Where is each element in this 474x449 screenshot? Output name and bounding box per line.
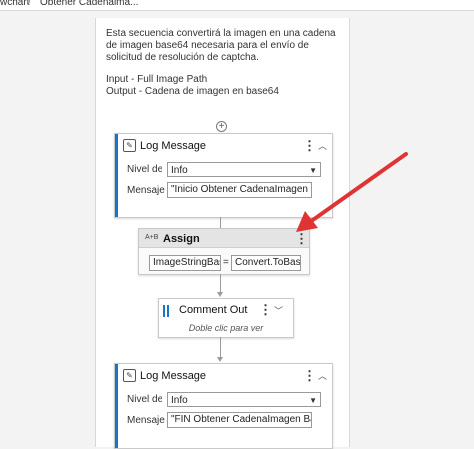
log-level-value: Info [171,165,188,176]
activity-title: Log Message [140,140,207,152]
collapse-chevron-icon[interactable]: ︿ [318,369,327,382]
breadcrumb: wchart / Obtener Cadenalma... [0,0,474,11]
log-level-select[interactable]: Info ▼ [167,392,321,407]
level-label: Nivel del r [127,164,162,175]
connector-line [220,274,221,294]
log-level-select[interactable]: Info ▼ [167,162,321,177]
annotation-input: Input - Full Image Path [106,74,208,85]
connector-arrow [217,357,223,362]
log-level-value: Info [171,395,188,406]
log-message-start-activity[interactable]: ✎ Log Message ⋮ ︿ Nivel del r Info ▼ Men… [114,133,333,218]
annotation-description: Esta secuencia convertirá la imagen en u… [106,28,336,63]
comment-icon-bar [167,305,169,317]
message-input[interactable]: "Inicio Obtener CadenaImagen Base64" [167,182,312,198]
connector-line [220,337,221,359]
sequence-annotation[interactable]: Esta secuencia convertirá la imagen en u… [106,28,338,98]
assign-equals: = [223,257,229,268]
activity-title: Assign [163,233,200,245]
activity-accent-bar [115,364,118,448]
collapse-chevron-icon[interactable]: ︿ [318,139,327,152]
level-label: Nivel del r [127,394,162,405]
assign-activity[interactable]: A+B Assign ⋮ ImageStringBase64 = Convert… [138,228,310,275]
more-options-icon[interactable]: ⋮ [295,232,308,245]
dropdown-arrow-icon: ▼ [309,396,317,405]
comment-hint: Doble clic para ver [188,323,264,333]
comment-icon-bar [163,305,165,317]
breadcrumb-separator: / [28,0,31,8]
assign-target-input[interactable]: ImageStringBase64 [149,255,221,271]
message-label: Mensaje [127,415,165,426]
connector-arrow [217,292,223,297]
log-message-icon: ✎ [123,369,136,382]
activity-accent-bar [115,134,118,217]
more-options-icon[interactable]: ⋮ [259,303,272,316]
assign-icon: A+B [145,234,159,241]
breadcrumb-item-current[interactable]: Obtener Cadenalma... [40,0,138,8]
expand-chevron-icon[interactable]: ﹀ [274,304,283,317]
comment-out-activity[interactable]: Comment Out ⋮ ﹀ Doble clic para ver [158,298,294,338]
log-message-icon: ✎ [123,139,136,152]
annotation-output: Output - Cadena de imagen en base64 [106,86,279,97]
assign-value-input[interactable]: Convert.ToBase64S [231,255,301,271]
breadcrumb-item-flowchart[interactable]: wchart [0,0,29,8]
dropdown-arrow-icon: ▼ [309,166,317,175]
more-options-icon[interactable]: ⋮ [303,139,316,152]
more-options-icon[interactable]: ⋮ [303,369,316,382]
activity-title: Comment Out [179,304,248,316]
activity-title: Log Message [140,370,207,382]
message-label: Mensaje [127,185,165,196]
message-input[interactable]: "FIN Obtener CadenaImagen Base64" [167,412,312,428]
add-activity-icon[interactable]: + [216,121,227,132]
log-message-end-activity[interactable]: ✎ Log Message ⋮ ︿ Nivel del r Info ▼ Men… [114,363,333,449]
workflow-canvas: Esta secuencia convertirá la imagen en u… [95,18,350,449]
